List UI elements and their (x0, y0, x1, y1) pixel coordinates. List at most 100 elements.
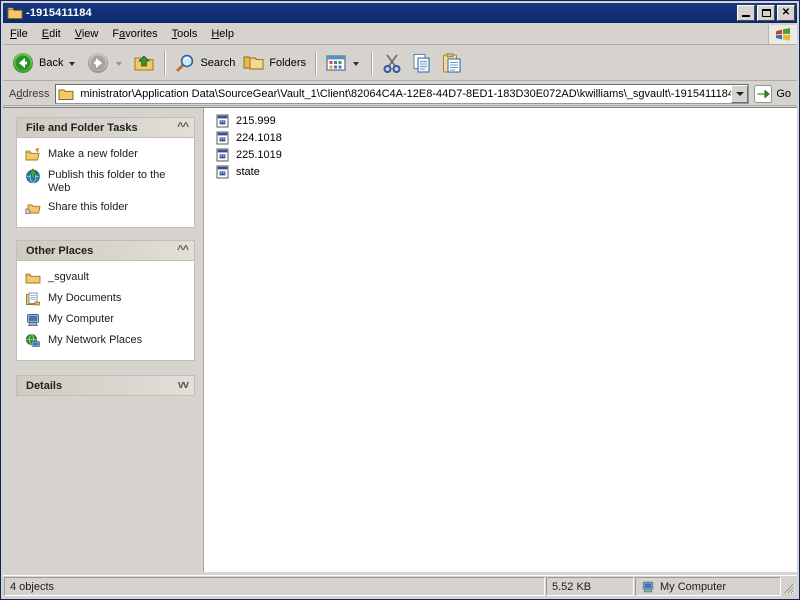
views-dropdown-icon[interactable] (353, 62, 360, 66)
new-folder-icon (25, 147, 41, 163)
status-object-count: 4 objects (4, 577, 545, 596)
go-button[interactable]: Go (751, 84, 797, 104)
menu-favorites[interactable]: Favorites (105, 26, 164, 43)
address-text: ministrator\Application Data\SourceGear\… (80, 87, 732, 100)
status-bar: 4 objects 5.52 KB My Computer (3, 575, 797, 597)
folders-button[interactable]: Folders (239, 48, 310, 78)
address-dropdown-icon[interactable] (731, 84, 749, 103)
forward-dropdown-icon[interactable] (116, 62, 123, 66)
views-button[interactable] (321, 48, 366, 78)
task-publish-folder-web[interactable]: Publish this folder to the Web (25, 166, 188, 198)
maximize-button[interactable] (757, 5, 775, 21)
publish-web-icon (25, 168, 41, 184)
panel-title: File and Folder Tasks (26, 121, 138, 134)
file-name: state (236, 166, 260, 178)
resize-grip[interactable] (781, 576, 797, 597)
place-sgvault[interactable]: _sgvault (25, 268, 188, 289)
my-documents-icon (25, 291, 41, 307)
copy-button[interactable] (407, 48, 437, 78)
task-make-new-folder[interactable]: Make a new folder (25, 145, 188, 166)
go-arrow-icon (753, 84, 773, 104)
file-list-item[interactable]: 215.999 (212, 113, 797, 130)
file-name: 225.1019 (236, 149, 282, 161)
folders-label: Folders (269, 56, 307, 69)
file-list-item[interactable]: 224.1018 (212, 130, 797, 147)
task-share-folder[interactable]: Share this folder (25, 198, 188, 219)
back-label: Back (39, 56, 64, 69)
toolbar-separator-3 (371, 50, 373, 75)
place-label: My Computer (48, 313, 115, 325)
chevron-up-icon[interactable]: ^^ (177, 245, 189, 256)
place-label: My Network Places (48, 334, 143, 346)
chevron-up-icon[interactable]: ^^ (177, 122, 189, 133)
search-icon (174, 52, 196, 74)
paste-icon (441, 52, 463, 74)
file-name: 215.999 (236, 115, 276, 127)
menu-bar: File Edit View Favorites Tools Help (3, 24, 797, 45)
my-computer-icon (641, 580, 655, 594)
address-label: Address (9, 87, 50, 100)
minimize-button[interactable] (737, 5, 755, 21)
unknown-file-icon (216, 114, 232, 130)
file-list-item[interactable]: 225.1019 (212, 147, 797, 164)
my-computer-icon (25, 312, 41, 328)
panel-body-other-places: _sgvault My Documents My Computer My Net… (17, 261, 194, 360)
title-bar[interactable]: -1915411184 ✕ (3, 3, 797, 23)
panel-other-places: Other Places ^^ _sgvault My Documents My… (16, 240, 195, 361)
panel-header-details[interactable]: Details vv (16, 375, 195, 396)
task-label: Publish this folder to the Web (48, 169, 166, 194)
views-icon (325, 53, 347, 73)
network-places-icon (25, 333, 41, 349)
back-dropdown-icon[interactable] (69, 62, 76, 66)
toolbar-separator-2 (315, 50, 317, 75)
menu-view[interactable]: View (68, 26, 106, 43)
menu-edit[interactable]: Edit (35, 26, 68, 43)
up-button[interactable] (129, 48, 159, 78)
place-my-network-places[interactable]: My Network Places (25, 331, 188, 352)
chevron-down-icon[interactable]: vv (178, 380, 189, 391)
paste-button[interactable] (437, 48, 467, 78)
forward-button[interactable] (82, 48, 129, 78)
window-title: -1915411184 (26, 7, 92, 19)
place-label: _sgvault (48, 271, 89, 283)
menu-file[interactable]: File (3, 26, 35, 43)
forward-arrow-icon (86, 51, 110, 75)
folder-icon (25, 270, 41, 286)
folders-icon (243, 53, 265, 73)
menu-tools[interactable]: Tools (165, 26, 205, 43)
scissors-icon (381, 52, 403, 74)
panel-details: Details vv (16, 375, 195, 396)
file-list-item[interactable]: state (212, 164, 797, 181)
unknown-file-icon (216, 165, 232, 181)
panel-file-and-folder-tasks: File and Folder Tasks ^^ Make a new fold… (16, 117, 195, 228)
place-my-documents[interactable]: My Documents (25, 289, 188, 310)
cut-button[interactable] (377, 48, 407, 78)
file-name: 224.1018 (236, 132, 282, 144)
panel-body-file-and-folder-tasks: Make a new folder Publish this folder to… (17, 138, 194, 227)
unknown-file-icon (216, 131, 232, 147)
search-button[interactable]: Search (170, 48, 239, 78)
task-label: Share this folder (48, 201, 129, 213)
status-total-size: 5.52 KB (546, 577, 634, 596)
place-label: My Documents (48, 292, 122, 304)
share-folder-icon (25, 200, 41, 216)
back-arrow-icon (11, 51, 35, 75)
menu-help[interactable]: Help (204, 26, 241, 43)
up-folder-icon (133, 52, 155, 74)
place-my-computer[interactable]: My Computer (25, 310, 188, 331)
toolbar: Back Search Folders (3, 45, 797, 81)
panel-header-file-and-folder-tasks[interactable]: File and Folder Tasks ^^ (16, 117, 195, 138)
windows-flag-icon (768, 24, 797, 44)
close-button[interactable]: ✕ (777, 5, 795, 21)
file-list[interactable]: 215.999 224.1018 225.1019 state (204, 108, 797, 572)
address-input[interactable]: ministrator\Application Data\SourceGear\… (55, 83, 750, 104)
folder-icon (7, 6, 23, 20)
status-zone-label: My Computer (660, 580, 727, 593)
address-folder-icon (56, 87, 77, 101)
back-button[interactable]: Back (7, 48, 82, 78)
panel-header-other-places[interactable]: Other Places ^^ (16, 240, 195, 261)
toolbar-separator (164, 50, 166, 75)
search-label: Search (200, 56, 236, 69)
status-zone: My Computer (635, 577, 781, 596)
explorer-window: -1915411184 ✕ File Edit View Favorites T… (0, 0, 800, 600)
